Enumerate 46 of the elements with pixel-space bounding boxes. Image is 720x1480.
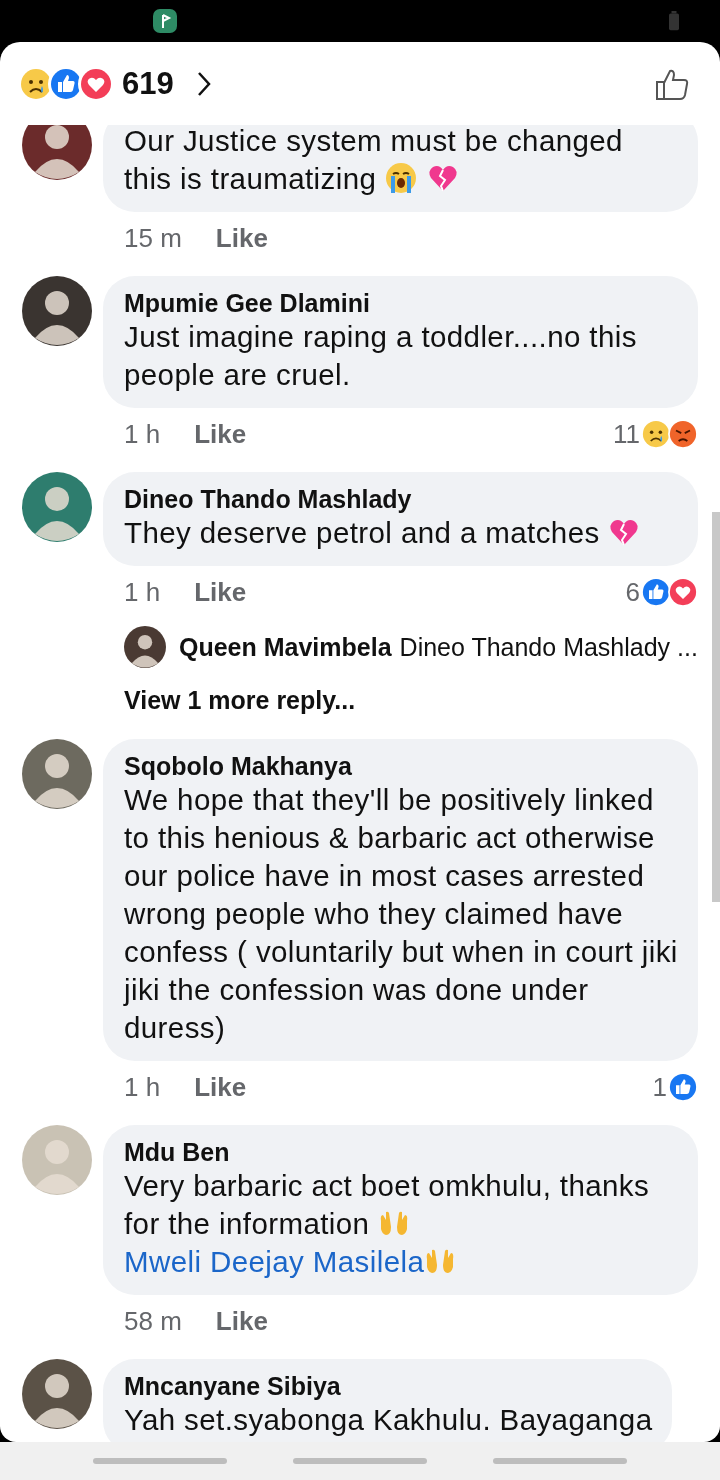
nav-handle[interactable] [293, 1458, 427, 1464]
heart-icon [667, 577, 698, 607]
mention-link[interactable]: Mweli Deejay Masilela [124, 1245, 425, 1278]
commenter-name[interactable]: Mpumie Gee Dlamini [124, 288, 678, 318]
app-icon [153, 9, 177, 33]
nav-handle[interactable] [493, 1458, 627, 1464]
scrollbar[interactable] [712, 512, 720, 902]
nav-handle[interactable] [93, 1458, 227, 1464]
reaction-count[interactable]: 11 [613, 418, 640, 450]
commenter-name[interactable]: Sqobolo Makhanya [124, 751, 678, 781]
thumbs-up-icon [668, 1072, 698, 1102]
like-link[interactable]: Like [194, 1071, 247, 1103]
like-link[interactable]: Like [215, 222, 268, 254]
comment-text: We hope that they'll be positively linked to this henious & barbaric act otherwise our police have in most cases arrested wrong people who they claimed have confess ( voluntarily but when in court jiki jiki the confession was done under duress) [124, 782, 678, 1046]
comment-text: Yah set.syabonga Kakhulu. Bayaganga [124, 1402, 653, 1438]
reaction-count[interactable]: 619 [122, 65, 174, 102]
angry-face-icon [668, 419, 698, 449]
view-more-replies-link[interactable]: View 1 more reply... [124, 686, 698, 715]
reaction-count[interactable]: 1 [652, 1071, 667, 1103]
like-link[interactable]: Like [215, 1305, 268, 1337]
like-link[interactable]: Like [194, 418, 247, 450]
reaction-count[interactable]: 6 [625, 576, 640, 608]
battery-icon [668, 11, 680, 31]
comment-time: 15 m [124, 222, 182, 254]
comment-text: Our Justice system must be changed this is traumatizing [124, 125, 624, 197]
comment-time: 1 h [124, 418, 161, 450]
comment-text: They deserve petrol and a matches [124, 514, 678, 552]
reply-preview[interactable]: Dineo Thando Mashlady ... [399, 632, 698, 662]
like-link[interactable]: Like [194, 576, 247, 608]
commenter-name[interactable]: Mdu Ben [124, 1137, 678, 1167]
crying-face-icon [384, 162, 417, 194]
avatar[interactable] [22, 1359, 92, 1429]
reply-author[interactable]: Queen Mavimbela [179, 632, 392, 662]
comment-text: Just imagine raping a toddler....no this people are cruel. [124, 319, 638, 393]
comment-text: Very barbaric act boet omkhulu, thanks for the information Mweli Deejay Masilela [124, 1168, 651, 1280]
comment-time: 1 h [124, 1071, 161, 1103]
sad-face-icon [641, 419, 671, 449]
avatar[interactable] [124, 626, 166, 668]
avatar[interactable] [22, 739, 92, 809]
comment-time: 1 h [124, 576, 161, 608]
commenter-name[interactable]: Mncanyane Sibiya [124, 1371, 653, 1401]
avatar[interactable] [22, 276, 92, 346]
commenter-name[interactable]: Dineo Thando Mashlady [124, 484, 678, 514]
comment-time: 58 m [124, 1305, 182, 1337]
thumbs-up-icon [640, 577, 671, 607]
avatar[interactable] [22, 125, 92, 180]
